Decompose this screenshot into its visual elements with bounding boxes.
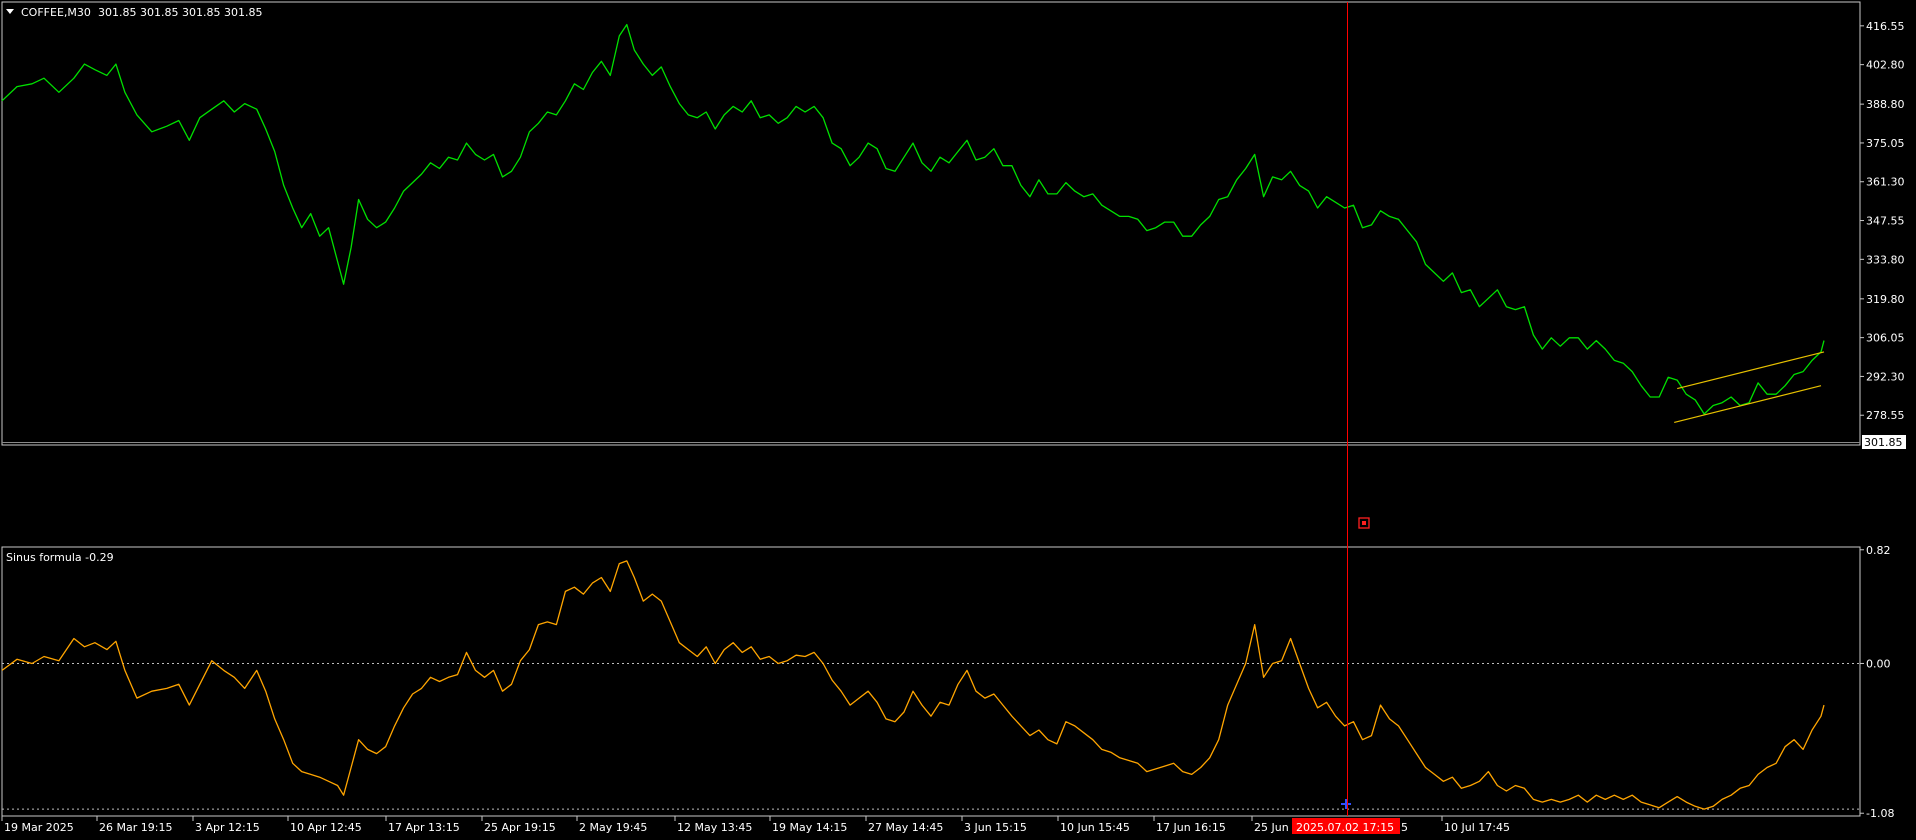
time-tick-label: 17 Apr 13:15 [388, 821, 460, 834]
price-tick-label: 278.55 [1866, 409, 1905, 422]
time-tick-label: 19 Mar 2025 [4, 821, 74, 834]
time-tick-label: 3 Apr 12:15 [195, 821, 260, 834]
time-tick-label: 10 Jul 17:45 [1444, 821, 1510, 834]
time-tick-label: 27 May 14:45 [868, 821, 943, 834]
indicator-tick-label: 0.00 [1866, 657, 1891, 670]
indicator-tick-label: 0.82 [1866, 544, 1891, 557]
current-price-tag: 301.85 [1862, 435, 1906, 449]
price-tick-label: 361.30 [1866, 176, 1905, 189]
time-tick-label: 2 May 19:45 [579, 821, 647, 834]
time-cursor-text: 2025.07.02 17:15 [1296, 821, 1394, 834]
price-tick-label: 319.80 [1866, 293, 1905, 306]
indicator-label: Sinus formula -0.29 [6, 551, 114, 564]
price-tick-label: 375.05 [1866, 137, 1905, 150]
price-tick-label: 306.05 [1866, 332, 1905, 345]
time-cursor-suffix: 5 [1401, 821, 1408, 834]
chart-header[interactable]: COFFEE,M30 301.85 301.85 301.85 301.85 [6, 6, 262, 19]
trading-chart[interactable]: 416.55 402.80 388.80 375.05 361.30 347.55 333.… [0, 0, 1916, 840]
indicator-tick-label: -1.08 [1866, 807, 1894, 820]
current-price-text: 301.85 [1864, 436, 1903, 449]
time-tick-label: 19 May 14:15 [772, 821, 847, 834]
time-tick-label: 3 Jun 15:15 [964, 821, 1027, 834]
price-tick-label: 416.55 [1866, 20, 1905, 33]
ohlc-label: 301.85 301.85 301.85 301.85 [98, 6, 262, 19]
price-tick-label: 333.80 [1866, 253, 1905, 266]
time-tick-label: 12 May 13:45 [677, 821, 752, 834]
price-tick-label: 347.55 [1866, 215, 1905, 228]
time-cursor-tag: 2025.07.02 17:15 5 [1292, 818, 1408, 834]
time-tick-label: 10 Jun 15:45 [1060, 821, 1130, 834]
time-tick-label: 10 Apr 12:45 [290, 821, 362, 834]
time-tick-label: 25 Apr 19:15 [484, 821, 556, 834]
price-tick-label: 292.30 [1866, 370, 1905, 383]
symbol-label: COFFEE,M30 [21, 6, 91, 19]
chart-background [0, 0, 1916, 840]
price-tick-label: 388.80 [1866, 98, 1905, 111]
time-tick-label: 17 Jun 16:15 [1156, 821, 1226, 834]
price-tick-label: 402.80 [1866, 59, 1905, 72]
time-tick-label: 26 Mar 19:15 [99, 821, 172, 834]
time-tick-label: 25 Jun [1254, 821, 1289, 834]
